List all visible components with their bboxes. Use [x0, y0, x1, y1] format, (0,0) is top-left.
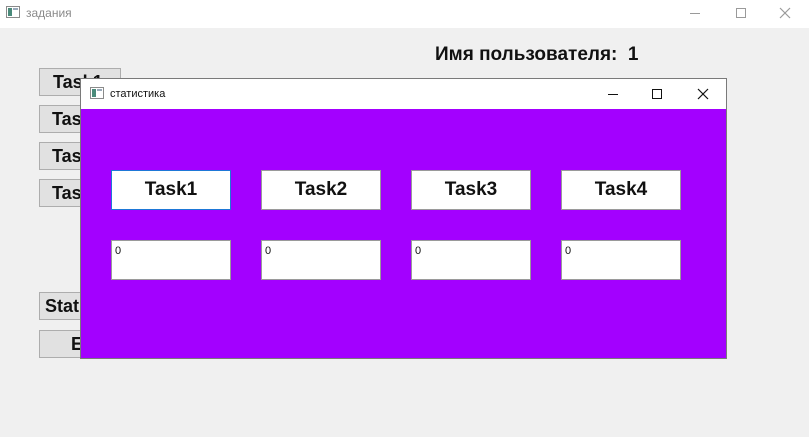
task1-label: Task1 — [111, 170, 231, 210]
close-icon[interactable] — [768, 0, 802, 26]
dialog-title: статистика — [110, 88, 166, 100]
task1-count-field[interactable]: 0 — [111, 240, 231, 280]
maximize-icon[interactable] — [724, 0, 758, 26]
maximize-icon[interactable] — [642, 81, 672, 107]
minimize-icon[interactable] — [678, 0, 712, 26]
main-window-title: задания — [26, 6, 72, 20]
dialog-title-bar: статистика — [81, 79, 726, 109]
task2-label: Task2 — [261, 170, 381, 210]
statistics-dialog: статистика Task1 Task2 Task3 Task4 0 0 0… — [80, 78, 727, 359]
minimize-icon[interactable] — [598, 81, 628, 107]
task3-label: Task3 — [411, 170, 531, 210]
close-icon[interactable] — [688, 81, 718, 107]
app-window-icon — [90, 87, 104, 99]
task3-count-field[interactable]: 0 — [411, 240, 531, 280]
task2-count-field[interactable]: 0 — [261, 240, 381, 280]
task4-label: Task4 — [561, 170, 681, 210]
main-title-bar: задания — [0, 0, 809, 28]
user-name-label: Имя пользователя: 1 — [435, 44, 639, 65]
task4-count-field[interactable]: 0 — [561, 240, 681, 280]
app-window-icon — [6, 6, 20, 18]
